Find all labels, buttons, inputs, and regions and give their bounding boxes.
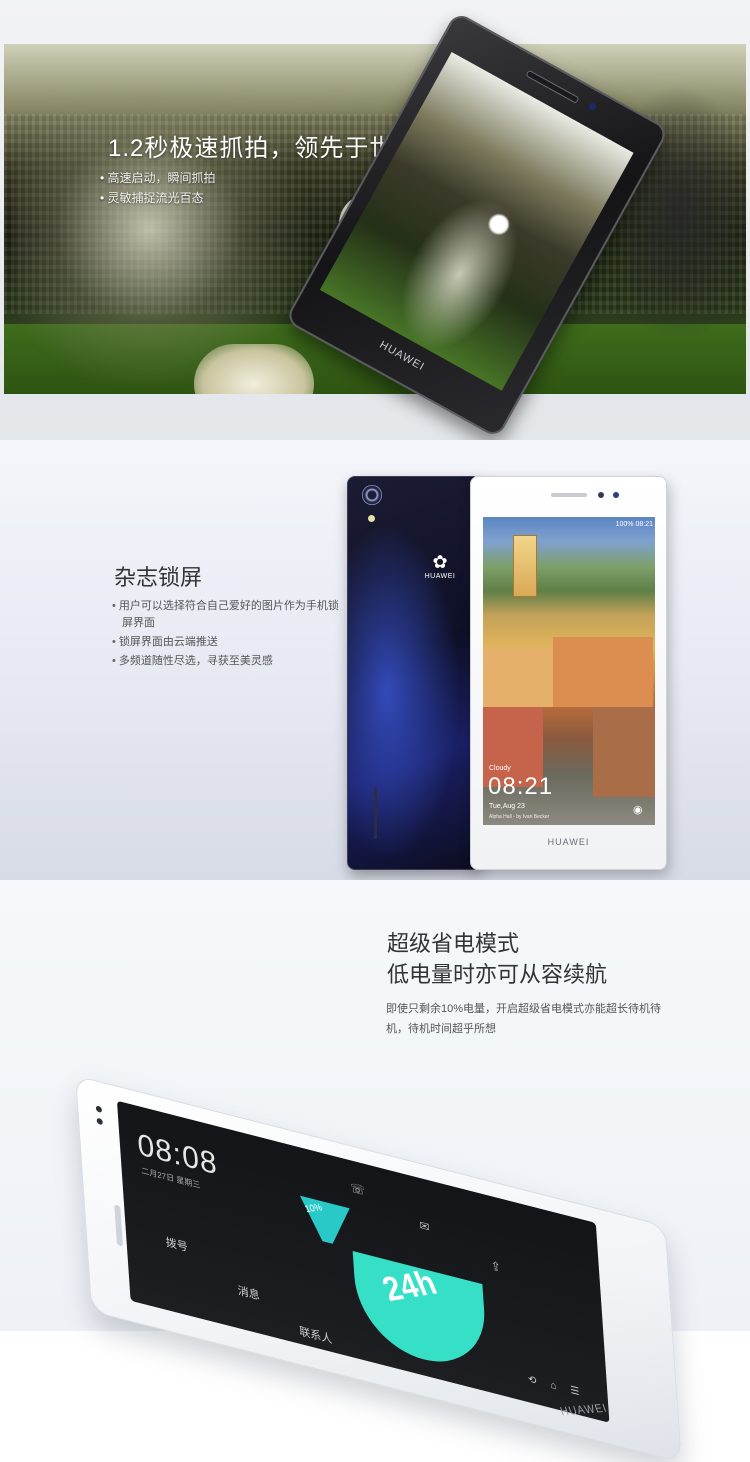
section-description: 即使只剩余10%电量，开启超级省电模式亦能超长待机待机，待机时间超乎所想 [386,1003,662,1035]
feature-bullet: 锁屏界面由云端推送 [112,634,347,651]
front-camera [587,101,598,112]
hero-title: 1.2秒极速抓拍，领先于世 [108,135,395,162]
home-icon[interactable]: ⌂ [550,1380,571,1396]
phone-earpiece [114,1204,124,1247]
phone-brand: HUAWEI [547,837,590,847]
menu-icon[interactable]: ☰ [570,1385,594,1402]
section-title: 杂志锁屏 [114,565,203,590]
power-saving-screen: 08:08 二月27日 星期三 拨号 消息 联系人 10% 24h ☏ ✉ ⇪ … [116,1100,610,1423]
message-icon[interactable]: ✉ [419,1218,430,1235]
photo-building [553,637,653,707]
sensor [598,492,604,498]
title-line-1: 超级省电模式 [387,931,520,956]
section-title: 超级省电模式 低电量时亦可从容续航 [387,928,607,990]
hero-bullet: 灵敏捕捉流光百态 [100,188,216,208]
feature-bullet: 多频道随性尽选，寻获至美灵感 [112,653,347,670]
lock-screen-display: 100% 08:21 Cloudy 08:21 Tue,Aug 23 Alpha… [483,517,655,825]
feature-bullet: 用户可以选择符合自己爱好的图片作为手机锁屏界面 [112,598,347,632]
rear-camera-icon [362,485,382,505]
phone-back-view: ✿ HUAWEI [347,476,481,870]
battery-percent: 10% [303,1201,324,1215]
photo-credit: Alpha Hall - by Ivan Becker [489,814,550,820]
phone-front-view: 100% 08:21 Cloudy 08:21 Tue,Aug 23 Alpha… [470,476,667,870]
lock-screen-section: 杂志锁屏 用户可以选择符合自己爱好的图片作为手机锁屏界面 锁屏界面由云端推送 多… [0,440,750,880]
share-icon[interactable]: ⇪ [490,1258,501,1275]
hero-bullets: 高速启动，瞬间抓拍 灵敏捕捉流光百态 [100,168,216,208]
sensor [95,1105,103,1113]
photo-building [483,647,553,707]
hero-section: 1.2秒极速抓拍，领先于世 高速启动，瞬间抓拍 灵敏捕捉流光百态 HUAWEI [0,0,750,440]
speaker-slot [374,787,377,839]
feature-bullets: 用户可以选择符合自己爱好的图片作为手机锁屏界面 锁屏界面由云端推送 多频道随性尽… [112,598,347,672]
title-line-2: 低电量时亦可从容续航 [387,962,608,987]
nav-bar: ⟲⌂☰ [528,1374,594,1402]
flash-icon [368,515,375,522]
weather-label: Cloudy [489,765,511,772]
goalkeeper-glove [194,344,314,394]
lock-time: 08:21 [488,773,554,800]
tile-contacts[interactable]: 联系人 [299,1323,333,1348]
hero-bullet: 高速启动，瞬间抓拍 [100,168,216,188]
photo-building [593,707,655,797]
front-camera [613,492,619,498]
tilted-white-phone: 08:08 二月27日 星期三 拨号 消息 联系人 10% 24h ☏ ✉ ⇪ … [75,1075,682,1462]
tile-dial[interactable]: 拨号 [165,1233,188,1255]
huawei-logo-icon: ✿ [432,552,448,572]
photo-bell-tower [513,535,537,597]
camera-icon[interactable]: ◉ [633,803,647,817]
back-icon[interactable]: ⟲ [528,1374,551,1391]
tile-messages[interactable]: 消息 [237,1282,260,1304]
sensor [96,1117,103,1126]
phone-earpiece [551,493,587,497]
lock-date: Tue,Aug 23 [489,803,525,810]
status-bar: 100% 08:21 [615,521,653,528]
phone-back-brand: HUAWEI [424,573,456,580]
phone-icon[interactable]: ☏ [350,1180,366,1198]
power-saving-section: 超级省电模式 低电量时亦可从容续航 即使只剩余10%电量，开启超级省电模式亦能超… [0,880,750,1462]
